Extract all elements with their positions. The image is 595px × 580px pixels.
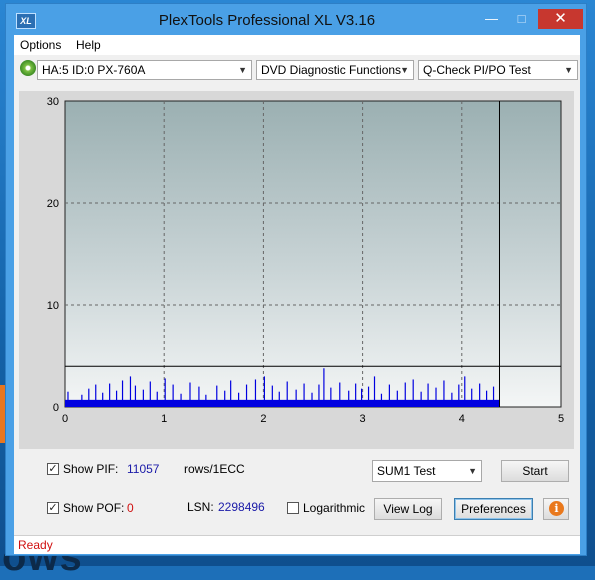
logarithmic-checkbox[interactable] — [287, 502, 299, 514]
preferences-button[interactable]: Preferences — [454, 498, 533, 520]
sum-test-select[interactable]: SUM1 Test ▼ — [372, 460, 482, 482]
pif-value: 11057 — [127, 462, 160, 476]
x-tick-label: 2 — [260, 413, 266, 425]
menu-help[interactable]: Help — [76, 38, 101, 52]
y-tick-label: 0 — [53, 402, 59, 414]
chevron-down-icon: ▼ — [564, 65, 573, 75]
window-title: PlexTools Professional XL V3.16 — [158, 12, 376, 29]
info-icon: i — [549, 501, 564, 516]
function-select[interactable]: DVD Diagnostic Functions ▼ — [256, 60, 414, 80]
plot-area — [64, 100, 562, 408]
sum-test-value: SUM1 Test — [377, 464, 436, 478]
start-button[interactable]: Start — [501, 460, 569, 482]
menu-bar: Options Help — [14, 35, 580, 55]
test-select-value: Q-Check PI/PO Test — [423, 63, 531, 77]
x-tick-label: 0 — [62, 413, 68, 425]
drive-select-value: HA:5 ID:0 PX-760A — [42, 63, 146, 77]
disc-drive-icon — [20, 60, 36, 76]
show-pif-checkbox[interactable]: ✓ — [47, 463, 59, 475]
x-tick-label: 3 — [360, 413, 366, 425]
show-pof-label: Show POF: — [63, 501, 125, 515]
status-text: Ready — [18, 538, 53, 552]
client-area: Options Help HA:5 ID:0 PX-760A ▼ DVD Dia… — [14, 35, 580, 554]
show-pif-label: Show PIF: — [63, 462, 119, 476]
maximize-button[interactable]: □ — [508, 9, 535, 29]
y-tick-label: 30 — [47, 96, 59, 108]
toolbar: HA:5 ID:0 PX-760A ▼ DVD Diagnostic Funct… — [14, 57, 580, 85]
menu-options[interactable]: Options — [20, 38, 61, 52]
controls-panel: ✓ Show PIF: 11057 rows/1ECC SUM1 Test ▼ … — [19, 453, 574, 533]
close-button[interactable]: ✕ — [538, 9, 583, 29]
app-window: XL PlexTools Professional XL V3.16 — □ ✕… — [5, 3, 587, 556]
logarithmic-label: Logarithmic — [303, 501, 366, 515]
status-bar: Ready — [14, 535, 580, 554]
pi-po-chart: 0 10 20 30 0 1 2 3 4 5 — [47, 96, 564, 425]
x-tick-label: 4 — [459, 413, 465, 425]
info-button[interactable]: i — [543, 498, 569, 520]
title-bar[interactable]: XL PlexTools Professional XL V3.16 — □ ✕ — [6, 4, 586, 35]
unit-label: rows/1ECC — [184, 462, 245, 476]
chevron-down-icon: ▼ — [400, 65, 409, 75]
view-log-button[interactable]: View Log — [374, 498, 442, 520]
test-select[interactable]: Q-Check PI/PO Test ▼ — [418, 60, 578, 80]
x-tick-label: 1 — [161, 413, 167, 425]
y-tick-label: 10 — [47, 300, 59, 312]
y-tick-label: 20 — [47, 198, 59, 210]
drive-select[interactable]: HA:5 ID:0 PX-760A ▼ — [37, 60, 252, 80]
pof-value: 0 — [127, 501, 134, 515]
function-select-value: DVD Diagnostic Functions — [261, 63, 402, 77]
chevron-down-icon: ▼ — [468, 466, 477, 476]
minimize-button[interactable]: — — [478, 9, 505, 29]
show-pof-checkbox[interactable]: ✓ — [47, 502, 59, 514]
lsn-value: 2298496 — [218, 500, 265, 514]
x-tick-label: 5 — [558, 413, 564, 425]
chevron-down-icon: ▼ — [238, 65, 247, 75]
lsn-label: LSN: — [187, 500, 214, 514]
chart-panel: 0 10 20 30 0 1 2 3 4 5 — [19, 91, 574, 449]
